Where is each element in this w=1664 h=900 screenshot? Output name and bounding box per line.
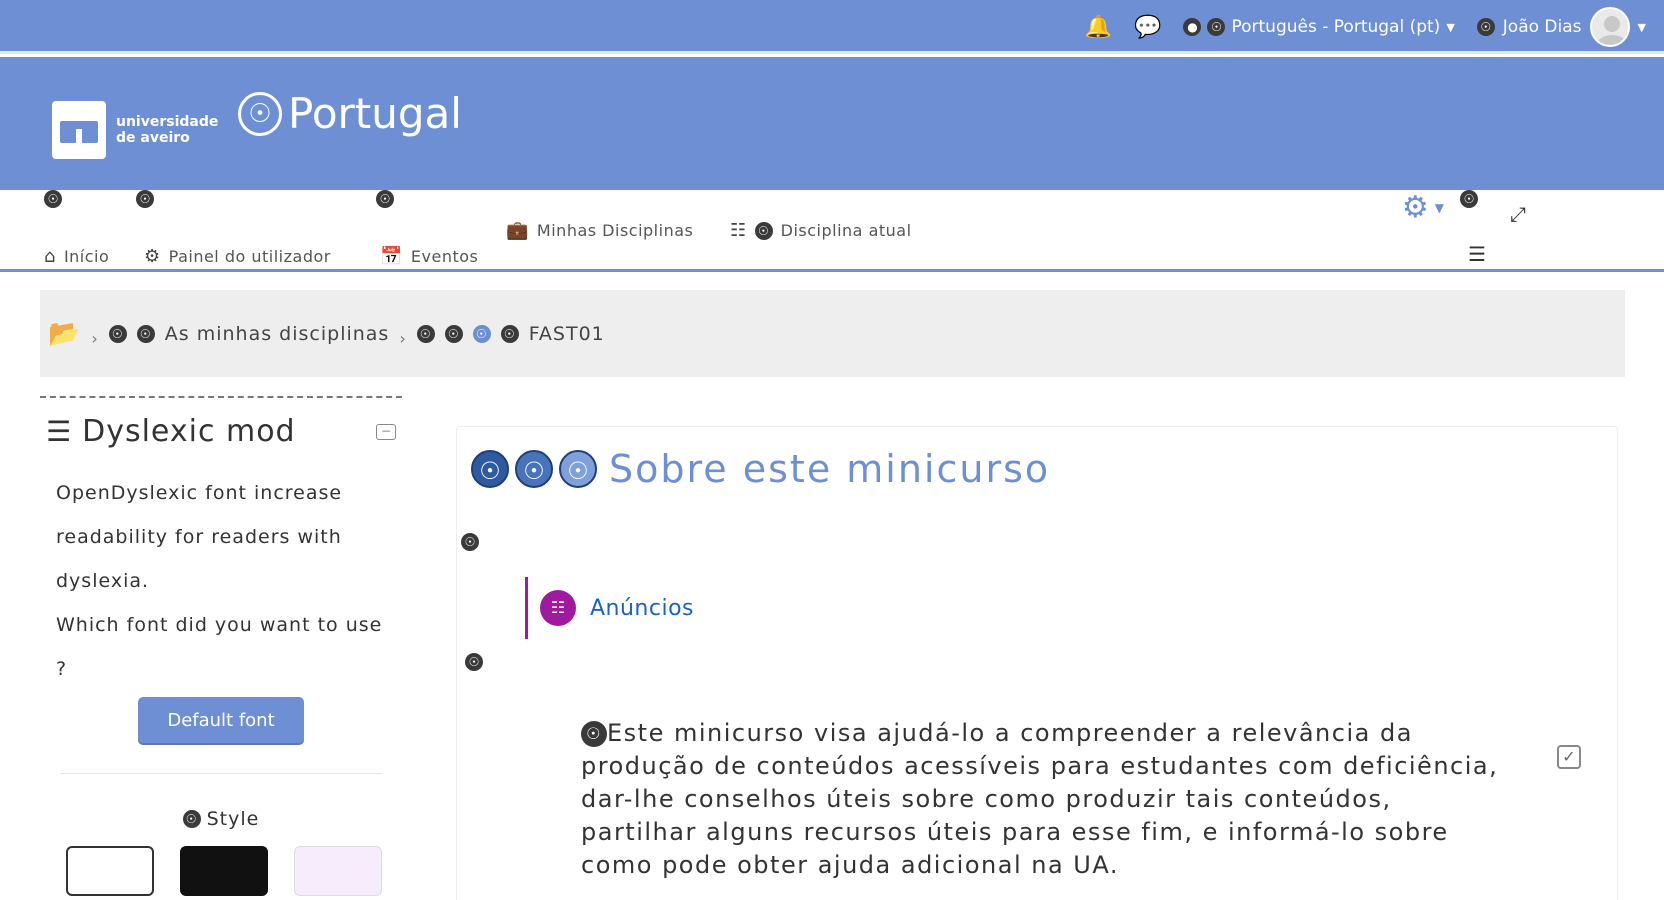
breadcrumb-my-courses[interactable]: As minhas disciplinas	[165, 323, 390, 345]
user-menu[interactable]: ☉ João Dias ▼	[1476, 7, 1646, 47]
nav-events[interactable]: 📅 Eventos	[380, 246, 478, 267]
nav-dashboard[interactable]: ⚙ Painel do utilizador	[144, 246, 331, 267]
block-title: Dyslexic mod	[82, 414, 296, 449]
accessibility-icon: ☉	[559, 450, 597, 488]
summary-text: Este minicurso visa ajudá-lo a compreend…	[581, 719, 1499, 879]
calendar-icon: 📅	[380, 246, 403, 267]
globe-icon: ●	[1183, 18, 1202, 36]
user-name: João Dias	[1502, 17, 1582, 37]
completion-checkbox[interactable]: ✓	[1557, 745, 1581, 769]
accessibility-icon: ☉	[376, 190, 394, 208]
language-menu[interactable]: ● ☉ Português - Portugal (pt) ▼	[1183, 17, 1455, 37]
nav-my-courses-label: Minhas Disciplinas	[536, 221, 694, 240]
announcements-link[interactable]: Anúncios	[590, 596, 694, 621]
style-label: ☉ Style	[40, 808, 402, 830]
logo-icon	[52, 101, 106, 159]
accessibility-icon: ☉	[136, 324, 155, 343]
breadcrumb-course[interactable]: FAST01	[529, 323, 605, 345]
accessibility-icon: ☉	[465, 653, 483, 671]
settings-menu[interactable]: ⚙ ▼	[1402, 190, 1444, 225]
nav-current-course[interactable]: ☷ ☉ Disciplina atual	[730, 220, 912, 241]
breadcrumb-separator: ›	[399, 329, 407, 348]
block-question: Which font did you want to use ?	[56, 614, 383, 680]
briefcase-icon: 💼	[506, 220, 529, 241]
dashboard-icon: ⚙	[144, 246, 161, 267]
accessibility-icon: ☉	[44, 190, 62, 208]
accessibility-icon: ☉	[108, 324, 127, 343]
site-name-label: Portugal	[288, 89, 462, 138]
accessibility-icon: ☉	[461, 533, 479, 551]
accessibility-icon: ☉	[238, 91, 282, 136]
accessibility-icon: ☉	[515, 450, 553, 488]
list-toggle-icon[interactable]: ☰	[1468, 242, 1486, 266]
style-swatch-3[interactable]	[294, 846, 382, 896]
section-title-text: Sobre este minicurso	[609, 447, 1051, 491]
divider	[60, 773, 382, 774]
accessibility-icon: ☉	[416, 324, 435, 343]
default-font-button[interactable]: Default font	[138, 697, 304, 743]
accessibility-icon: ☉	[754, 221, 773, 240]
accessibility-icon: ☉	[472, 324, 491, 343]
nav-current-course-label: Disciplina atual	[780, 221, 912, 240]
course-section: ☉ ☉ ☉ Sobre este minicurso ☉ ☷ Anúncios …	[456, 426, 1618, 900]
gear-icon: ⚙	[1401, 190, 1429, 225]
expand-icon[interactable]: ⤢	[1510, 202, 1526, 226]
folder-open-icon[interactable]: 📂	[48, 319, 81, 349]
sitemap-icon: ☷	[730, 220, 747, 241]
nav-home[interactable]: ⌂ Início	[44, 246, 109, 267]
accessibility-icon: ☉	[1476, 18, 1495, 36]
breadcrumb: 📂 › ☉ ☉ As minhas disciplinas › ☉ ☉ ☉ ☉ …	[40, 290, 1625, 377]
menu-icon[interactable]: ☰	[46, 415, 72, 448]
chevron-down-icon: ▼	[1637, 20, 1646, 34]
chat-icon[interactable]: 💬	[1134, 15, 1161, 40]
accessibility-icon: ☉	[136, 190, 154, 208]
accessibility-icon: ☉	[471, 450, 509, 488]
section-title: ☉ ☉ ☉ Sobre este minicurso	[471, 447, 1050, 491]
forum-icon: ☷	[540, 590, 576, 626]
site-name[interactable]: ☉ Portugal	[238, 89, 462, 138]
bell-icon[interactable]: 🔔	[1085, 15, 1112, 40]
style-swatches	[66, 846, 402, 896]
accessibility-icon: ☉	[444, 324, 463, 343]
nav-bar: ☉ ☉ ☉ ⌂ Início ⚙ Painel do utilizador 📅 …	[0, 190, 1664, 272]
nav-home-label: Início	[63, 247, 110, 266]
section-summary: ☉ Este minicurso visa ajudá-lo a compreen…	[581, 717, 1511, 882]
style-swatch-1[interactable]	[66, 846, 154, 896]
nav-events-label: Eventos	[410, 247, 479, 266]
home-icon: ⌂	[44, 246, 56, 267]
style-label-text: Style	[206, 808, 260, 830]
logo-line-1: universidade	[116, 114, 219, 130]
accessibility-icon: ☉	[182, 810, 201, 828]
dyslexic-mod-block: ☰ Dyslexic mod − OpenDyslexic font incre…	[40, 396, 402, 900]
language-label: Português - Portugal (pt)	[1231, 17, 1441, 37]
accessibility-icon: ☉	[1207, 18, 1226, 36]
top-bar: 🔔 💬 ● ☉ Português - Portugal (pt) ▼ ☉ Jo…	[0, 0, 1664, 54]
nav-dashboard-label: Painel do utilizador	[168, 247, 331, 266]
chevron-down-icon: ▼	[1446, 20, 1455, 34]
block-description: OpenDyslexic font increase readability f…	[56, 482, 343, 592]
style-swatch-2[interactable]	[180, 846, 268, 896]
accessibility-icon: ☉	[1460, 190, 1478, 208]
nav-my-courses[interactable]: 💼 Minhas Disciplinas	[506, 220, 693, 241]
chevron-down-icon: ▼	[1434, 200, 1444, 215]
site-header: universidade de aveiro ☉ Portugal	[0, 57, 1664, 190]
announcements-activity[interactable]: ☷ Anúncios	[525, 577, 694, 639]
university-logo[interactable]: universidade de aveiro	[52, 101, 218, 159]
logo-line-2: de aveiro	[116, 130, 190, 146]
collapse-icon[interactable]: −	[376, 423, 396, 440]
accessibility-icon: ☉	[500, 324, 519, 343]
breadcrumb-separator: ›	[91, 329, 99, 348]
avatar[interactable]	[1589, 7, 1630, 47]
accessibility-icon: ☉	[581, 721, 607, 747]
